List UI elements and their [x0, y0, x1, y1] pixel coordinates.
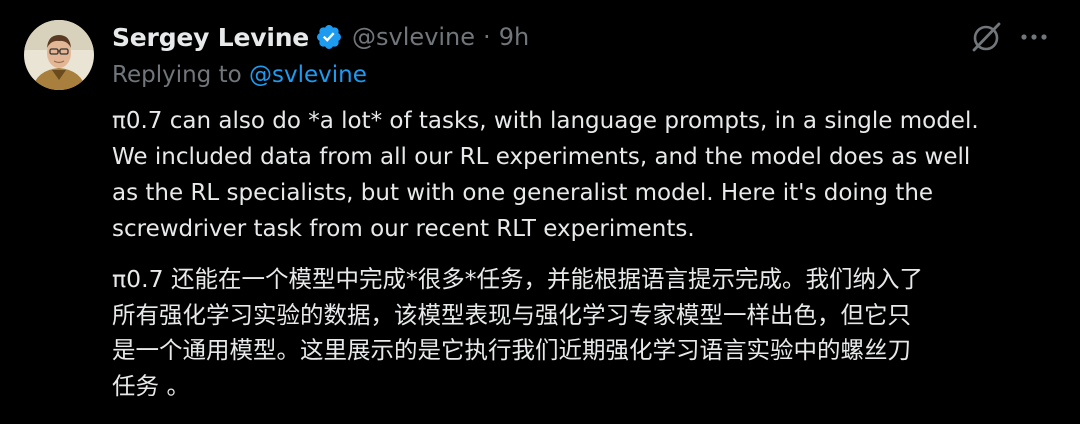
- tweet-text-line: as the RL specialists, but with one gene…: [112, 180, 934, 206]
- replying-to-mention-link[interactable]: @svlevine: [249, 62, 367, 88]
- tweet-header: Sergey Levine @svlevine · 9h: [112, 18, 529, 56]
- translation-text-line: 是一个通用模型。这里展示的是它执行我们近期强化学习语言实验中的螺丝刀: [112, 336, 911, 364]
- tweet-text-line: We included data from all our RL experim…: [112, 144, 971, 170]
- translation-text-line: 所有强化学习实验的数据，该模型表现与强化学习专家模型一样出色，但它只: [112, 300, 911, 329]
- grok-icon[interactable]: [968, 18, 1006, 56]
- translation-text-line: 任务 。: [112, 371, 190, 400]
- tweet-text-english: π0.7 can also do *a lot* of tasks, with …: [112, 103, 1062, 247]
- author-handle[interactable]: @svlevine: [352, 23, 475, 51]
- header-separator: ·: [483, 23, 491, 51]
- verified-badge-icon: [315, 23, 343, 51]
- tweet-timestamp[interactable]: 9h: [499, 23, 529, 51]
- tweet: Sergey Levine @svlevine · 9h Replying to…: [0, 0, 1080, 424]
- replying-to: Replying to @svlevine: [112, 62, 367, 88]
- avatar[interactable]: [24, 20, 94, 90]
- avatar-photo-icon: [24, 20, 94, 90]
- replying-to-label: Replying to: [112, 62, 249, 88]
- more-horizontal-icon[interactable]: [1016, 24, 1052, 50]
- tweet-text-chinese-translation: π0.7 还能在一个模型中完成*很多*任务，并能根据语言提示完成。我们纳入了 所…: [112, 262, 1062, 404]
- tweet-text-line: π0.7 can also do *a lot* of tasks, with …: [112, 108, 979, 134]
- translation-text-line: π0.7 还能在一个模型中完成*很多*任务，并能根据语言提示完成。我们纳入了: [112, 265, 923, 293]
- tweet-text-line: screwdriver task from our recent RLT exp…: [112, 216, 695, 242]
- author-display-name[interactable]: Sergey Levine: [112, 23, 309, 52]
